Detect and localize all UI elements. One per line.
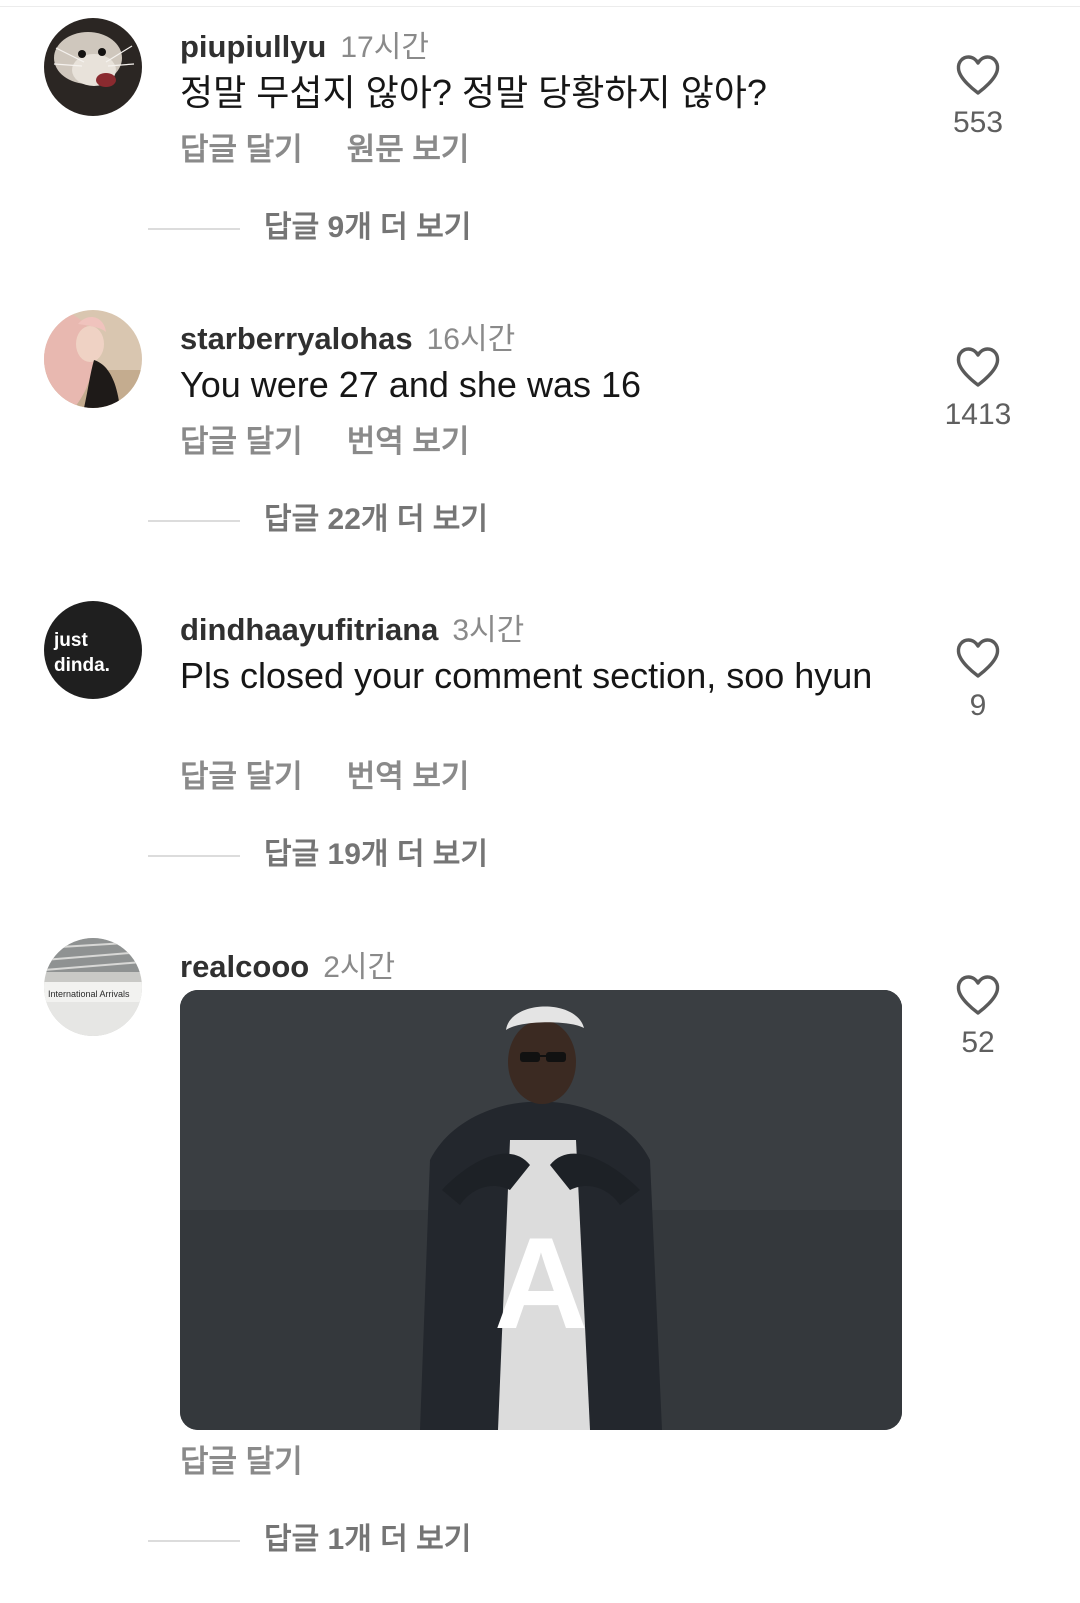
- avatar[interactable]: International Arrivals: [44, 938, 142, 1036]
- timestamp: 16시간: [426, 323, 516, 356]
- username[interactable]: dindhaayufitriana: [180, 612, 438, 647]
- comment-list: piupiullyu 17시간 정말 무섭지 않아? 정말 당황하지 않아? 답글…: [0, 0, 1080, 1603]
- comment-actions: 답글 달기 원문 보기: [180, 132, 469, 168]
- comment-text: Pls closed your comment section, soo hyu…: [180, 655, 873, 696]
- see-original-button[interactable]: 원문 보기: [347, 132, 470, 167]
- replies-divider: [148, 228, 240, 231]
- username[interactable]: piupiullyu: [180, 29, 326, 64]
- view-replies-button[interactable]: 답글 9개 더 보기: [148, 210, 471, 246]
- gif-image[interactable]: A: [180, 990, 902, 1430]
- comment-actions: 답글 달기 번역 보기: [180, 424, 469, 460]
- view-replies-label: 답글 19개 더 보기: [264, 838, 488, 871]
- comment-text: 정말 무섭지 않아? 정말 당황하지 않아?: [180, 72, 767, 113]
- timestamp: 2시간: [323, 951, 396, 984]
- reply-button[interactable]: 답글 달기: [180, 424, 303, 459]
- replies-divider: [148, 1540, 240, 1543]
- comment-meta: dindhaayufitriana 3시간: [180, 613, 524, 653]
- reply-button[interactable]: 답글 달기: [180, 759, 303, 794]
- avatar-text: just: [53, 630, 88, 651]
- reply-button[interactable]: 답글 달기: [180, 132, 303, 167]
- timestamp: 3시간: [452, 614, 525, 647]
- comment-meta: piupiullyu 17시간: [180, 30, 429, 70]
- comment-actions: 답글 달기: [180, 1444, 303, 1480]
- view-replies-button[interactable]: 답글 1개 더 보기: [148, 1522, 471, 1558]
- like-button[interactable]: 553: [930, 54, 1026, 140]
- view-replies-label: 답글 9개 더 보기: [264, 211, 472, 244]
- comment-actions: 답글 달기 번역 보기: [180, 759, 469, 795]
- avatar[interactable]: [44, 310, 142, 408]
- replies-divider: [148, 520, 240, 523]
- see-translation-button[interactable]: 번역 보기: [347, 424, 470, 459]
- like-count: 553: [952, 106, 1004, 139]
- like-button[interactable]: 1413: [930, 346, 1026, 432]
- comment-meta: starberryalohas 16시간: [180, 322, 515, 362]
- divider: [0, 6, 1080, 7]
- username[interactable]: starberryalohas: [180, 321, 413, 356]
- heart-outline-icon: [956, 347, 1000, 387]
- username[interactable]: realcooo: [180, 949, 309, 984]
- replies-divider: [148, 855, 240, 858]
- like-button[interactable]: 52: [930, 974, 1026, 1060]
- see-translation-button[interactable]: 번역 보기: [347, 759, 470, 794]
- avatar-text: dinda.: [54, 655, 110, 676]
- gif-letter: A: [494, 1210, 588, 1356]
- comment-meta: realcooo 2시간: [180, 950, 395, 990]
- avatar[interactable]: just dinda.: [44, 601, 142, 699]
- reply-button[interactable]: 답글 달기: [180, 1444, 303, 1479]
- comment-text: You were 27 and she was 16: [180, 364, 642, 405]
- like-count: 52: [961, 1026, 995, 1059]
- heart-outline-icon: [956, 975, 1000, 1015]
- like-button[interactable]: 9: [930, 637, 1026, 723]
- view-replies-label: 답글 22개 더 보기: [264, 503, 488, 536]
- heart-outline-icon: [956, 638, 1000, 678]
- avatar-text: International Arrivals: [48, 989, 130, 999]
- like-count: 9: [969, 689, 987, 722]
- view-replies-label: 답글 1개 더 보기: [264, 1523, 472, 1556]
- timestamp: 17시간: [340, 31, 429, 64]
- view-replies-button[interactable]: 답글 22개 더 보기: [148, 502, 488, 538]
- like-count: 1413: [944, 398, 1012, 431]
- view-replies-button[interactable]: 답글 19개 더 보기: [148, 837, 488, 873]
- heart-outline-icon: [956, 55, 1000, 95]
- avatar[interactable]: [44, 18, 142, 116]
